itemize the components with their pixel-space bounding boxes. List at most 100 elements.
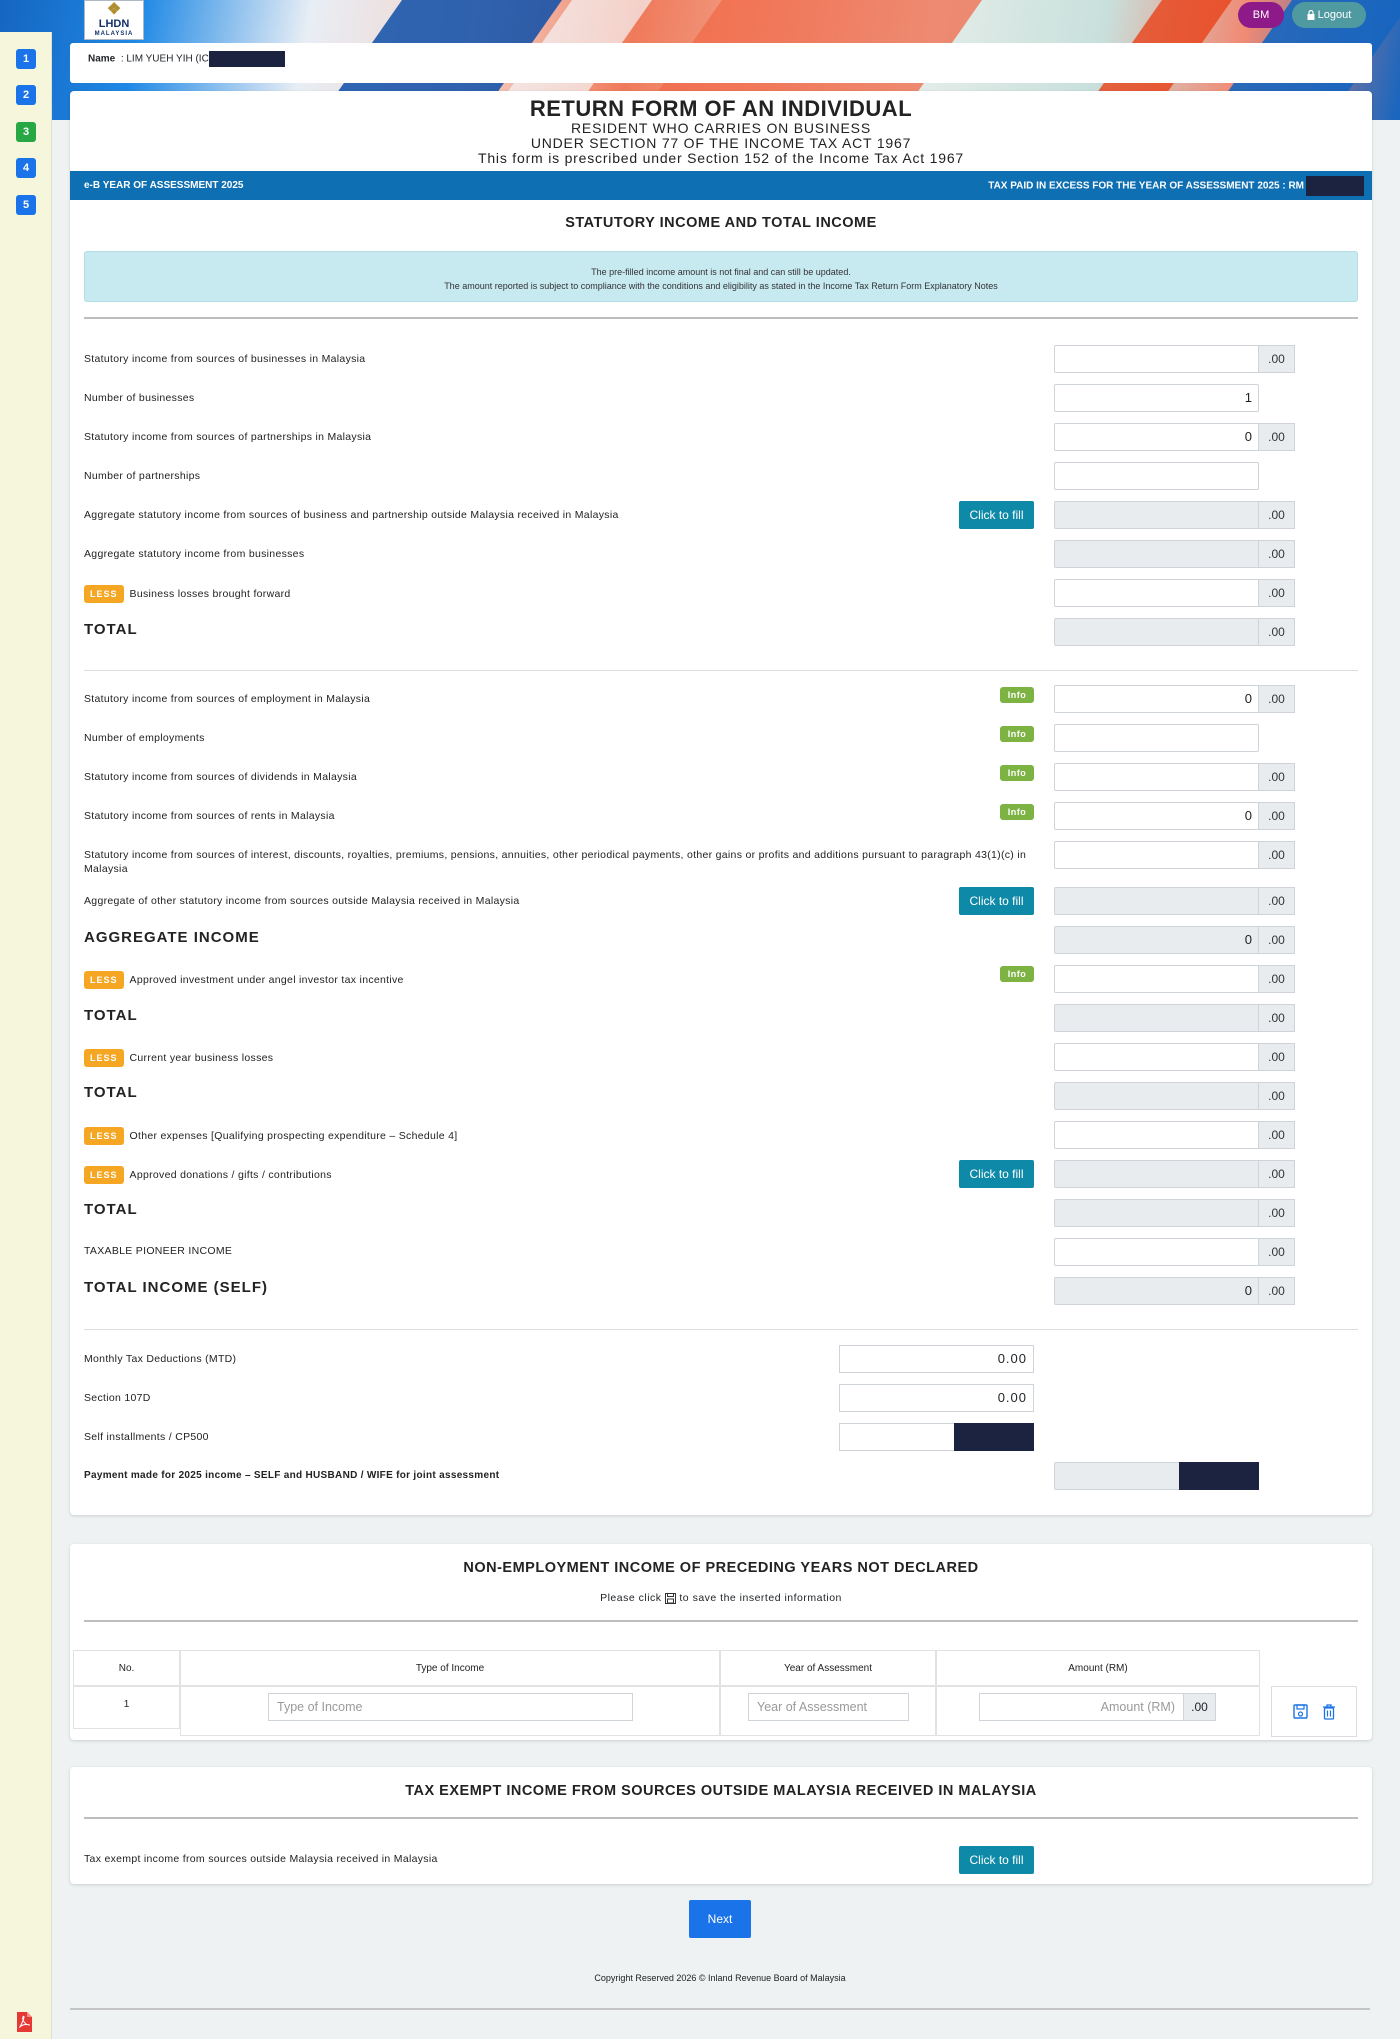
info-badge[interactable]: Info bbox=[1000, 804, 1034, 820]
column-header-no: No. bbox=[73, 1650, 180, 1686]
number-of-businesses-field[interactable]: 1 bbox=[1054, 384, 1295, 412]
section-107d-input[interactable]: 0.00 bbox=[839, 1384, 1034, 1412]
row-label: Tax exempt income from sources outside M… bbox=[84, 1853, 438, 1865]
losses-brought-forward-field[interactable]: .00 bbox=[1054, 579, 1295, 607]
prefill-notice: The pre-filled income amount is not fina… bbox=[84, 251, 1358, 302]
partnership-income-field[interactable]: 0.00 bbox=[1054, 423, 1295, 451]
amount-input[interactable]: 0 bbox=[1054, 685, 1259, 713]
amount-input[interactable]: 0 bbox=[1054, 423, 1259, 451]
readonly-amount bbox=[1054, 1462, 1259, 1490]
current-year-losses-field[interactable]: .00 bbox=[1054, 1043, 1295, 1071]
interest-royalties-income-field[interactable]: .00 bbox=[1054, 841, 1295, 869]
amount-input[interactable] bbox=[1054, 965, 1259, 993]
divider bbox=[84, 1329, 1358, 1330]
info-badge[interactable]: Info bbox=[1000, 687, 1034, 703]
tax-paid-excess-label: TAX PAID IN EXCESS FOR THE YEAR OF ASSES… bbox=[988, 180, 1304, 192]
section-title: STATUTORY INCOME AND TOTAL INCOME bbox=[565, 215, 877, 231]
decimal-suffix: .00 bbox=[1259, 1199, 1295, 1227]
decimal-suffix: .00 bbox=[1259, 965, 1295, 993]
decimal-suffix: .00 bbox=[1259, 1160, 1295, 1188]
decimal-suffix: .00 bbox=[1259, 1082, 1295, 1110]
tax-paid-excess: TAX PAID IN EXCESS FOR THE YEAR OF ASSES… bbox=[988, 175, 1364, 196]
amount-input[interactable] bbox=[1054, 1121, 1259, 1149]
number-of-partnerships-field[interactable] bbox=[1054, 462, 1295, 490]
dividends-income-field[interactable]: .00 bbox=[1054, 763, 1295, 791]
column-header-type: Type of Income bbox=[180, 1650, 720, 1686]
row-label-text: Other expenses [Qualifying prospecting e… bbox=[129, 1129, 458, 1142]
divider bbox=[84, 317, 1358, 319]
info-badge[interactable]: Info bbox=[1000, 765, 1034, 781]
save-icon[interactable] bbox=[1292, 1704, 1308, 1719]
step-4-button[interactable]: 4 bbox=[16, 158, 36, 178]
logout-button[interactable]: Logout bbox=[1292, 2, 1366, 28]
mtd-input[interactable]: 0.00 bbox=[839, 1345, 1034, 1373]
language-toggle-button[interactable]: BM bbox=[1238, 2, 1284, 28]
form-subtitle: This form is prescribed under Section 15… bbox=[477, 150, 965, 166]
pdf-icon[interactable] bbox=[16, 2012, 32, 2032]
amount-input[interactable] bbox=[1054, 579, 1259, 607]
total-field: .00 bbox=[1054, 1199, 1295, 1227]
employment-income-field[interactable]: 0.00 bbox=[1054, 685, 1295, 713]
row-label: Statutory income from sources of busines… bbox=[84, 353, 366, 365]
pioneer-income-field[interactable]: .00 bbox=[1054, 1238, 1295, 1266]
instruction-text: Please click bbox=[600, 1592, 662, 1604]
count-input[interactable] bbox=[1054, 724, 1259, 752]
type-of-income-input[interactable]: Type of Income bbox=[268, 1693, 633, 1721]
rents-income-field[interactable]: 0.00 bbox=[1054, 802, 1295, 830]
decimal-suffix: .00 bbox=[1259, 926, 1295, 954]
decimal-suffix: .00 bbox=[1259, 1238, 1295, 1266]
year-of-assessment-input[interactable]: Year of Assessment bbox=[748, 1693, 909, 1721]
step-1-button[interactable]: 1 bbox=[16, 49, 36, 69]
trash-icon[interactable] bbox=[1322, 1703, 1336, 1720]
amount-input[interactable] bbox=[1054, 1238, 1259, 1266]
click-to-fill-button[interactable]: Click to fill bbox=[959, 1846, 1034, 1874]
assessment-year-bar: e-B YEAR OF ASSESSMENT 2025 TAX PAID IN … bbox=[70, 171, 1372, 200]
statutory-income-card: RETURN FORM OF AN INDIVIDUAL RESIDENT WH… bbox=[70, 91, 1372, 1515]
redaction-mask bbox=[954, 1423, 1034, 1451]
step-3-button[interactable]: 3 bbox=[16, 122, 36, 142]
click-to-fill-button[interactable]: Click to fill bbox=[959, 1160, 1034, 1188]
decimal-suffix: .00 bbox=[1259, 685, 1295, 713]
amount-input[interactable] bbox=[1054, 1043, 1259, 1071]
readonly-amount bbox=[1054, 1082, 1259, 1110]
amount-input[interactable] bbox=[1054, 841, 1259, 869]
decimal-suffix: .00 bbox=[1259, 501, 1295, 529]
total-label: TOTAL bbox=[84, 621, 138, 638]
info-badge[interactable]: Info bbox=[1000, 726, 1034, 742]
less-badge: LESS bbox=[84, 1127, 124, 1145]
copyright-text: Copyright Reserved 2026 © Inland Revenue… bbox=[594, 1973, 846, 1983]
prospecting-expenditure-field[interactable]: .00 bbox=[1054, 1121, 1295, 1149]
info-badge[interactable]: Info bbox=[1000, 966, 1034, 982]
decimal-suffix: .00 bbox=[1259, 618, 1295, 646]
column-header-amount: Amount (RM) bbox=[936, 1650, 1260, 1686]
row-label-text: Business losses brought forward bbox=[129, 587, 291, 600]
lock-icon bbox=[1307, 10, 1315, 20]
total-income-field: 0.00 bbox=[1054, 1277, 1295, 1305]
row-label: TAXABLE PIONEER INCOME bbox=[84, 1245, 233, 1257]
form-subtitle: RESIDENT WHO CARRIES ON BUSINESS bbox=[571, 120, 871, 136]
save-icon bbox=[664, 1592, 676, 1604]
count-input[interactable] bbox=[1054, 462, 1259, 490]
business-income-field[interactable]: .00 bbox=[1054, 345, 1295, 373]
cp500-input[interactable] bbox=[839, 1423, 1034, 1451]
number-of-employments-field[interactable] bbox=[1054, 724, 1295, 752]
click-to-fill-button[interactable]: Click to fill bbox=[959, 887, 1034, 915]
less-badge: LESS bbox=[84, 1166, 124, 1184]
row-label: LESS Approved investment under angel inve… bbox=[84, 971, 404, 989]
step-2-button[interactable]: 2 bbox=[16, 85, 36, 105]
aggregate-income-label: AGGREGATE INCOME bbox=[84, 929, 260, 946]
next-button[interactable]: Next bbox=[689, 1900, 751, 1938]
amount-input[interactable] bbox=[1054, 345, 1259, 373]
amount-input[interactable] bbox=[1054, 763, 1259, 791]
click-to-fill-button[interactable]: Click to fill bbox=[959, 501, 1034, 529]
amount-input[interactable]: 0 bbox=[1054, 802, 1259, 830]
readonly-amount: 0 bbox=[1054, 1277, 1259, 1305]
amount-input[interactable]: Amount (RM) bbox=[979, 1693, 1184, 1721]
angel-investor-field[interactable]: .00 bbox=[1054, 965, 1295, 993]
count-input[interactable]: 1 bbox=[1054, 384, 1259, 412]
redaction-mask bbox=[208, 51, 285, 67]
lhdn-logo[interactable]: ❖ LHDN MALAYSIA bbox=[84, 0, 144, 40]
row-label: Number of partnerships bbox=[84, 470, 201, 482]
readonly-amount: 0 bbox=[1054, 926, 1259, 954]
step-5-button[interactable]: 5 bbox=[16, 195, 36, 215]
